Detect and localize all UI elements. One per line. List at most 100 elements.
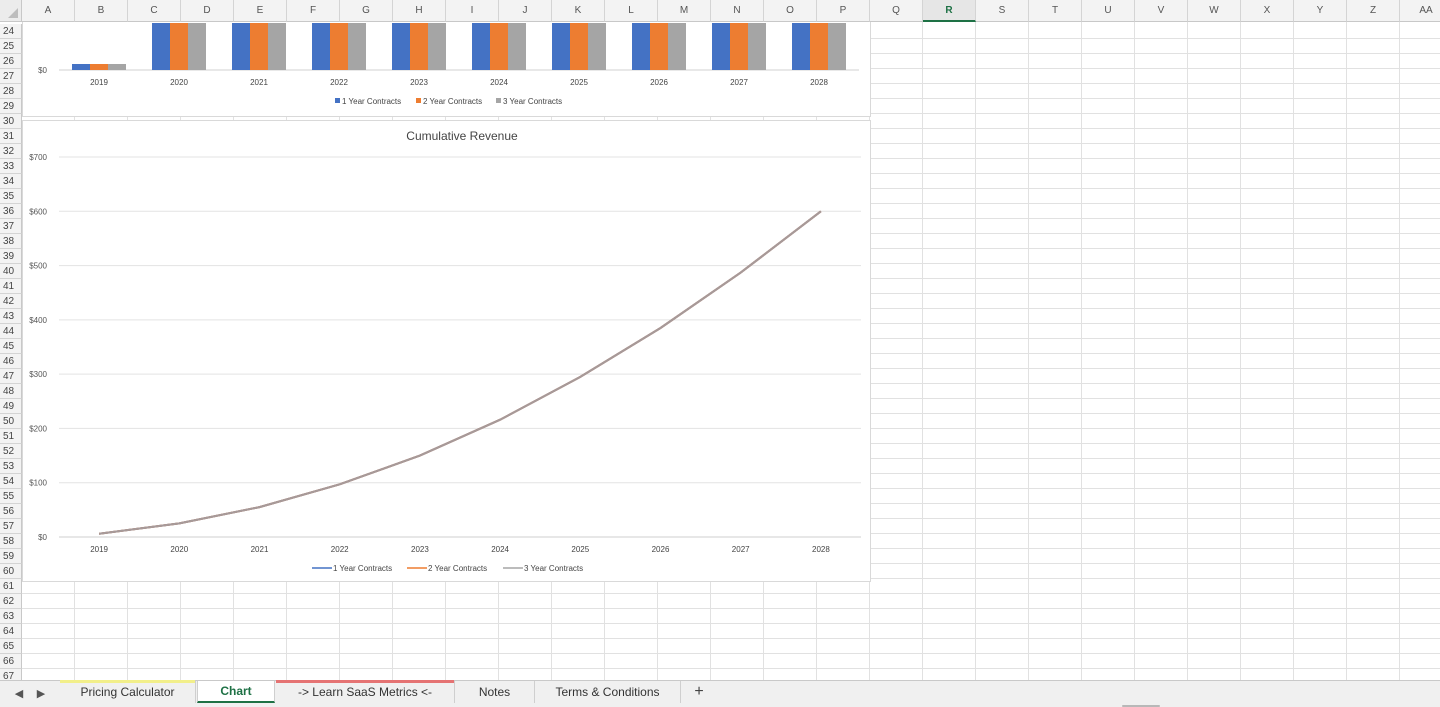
row-header-31[interactable]: 31 [0,129,22,144]
row-header-42[interactable]: 42 [0,294,22,309]
bar-2027-series-1 [712,23,730,70]
row-header-28[interactable]: 28 [0,84,22,99]
row-header-25[interactable]: 25 [0,39,22,54]
line-legend-label: 2 Year Contracts [428,564,487,573]
row-header-61[interactable]: 61 [0,579,22,594]
row-header-30[interactable]: 30 [0,114,22,129]
sheet-tab-5[interactable]: Terms & Conditions [535,681,681,703]
row-header-37[interactable]: 37 [0,219,22,234]
column-header-aa[interactable]: AA [1400,0,1440,22]
column-header-n[interactable]: N [711,0,764,22]
row-header-63[interactable]: 63 [0,609,22,624]
row-header-34[interactable]: 34 [0,174,22,189]
row-header-60[interactable]: 60 [0,564,22,579]
column-header-q[interactable]: Q [870,0,923,22]
row-header-59[interactable]: 59 [0,549,22,564]
column-header-e[interactable]: E [234,0,287,22]
row-header-44[interactable]: 44 [0,324,22,339]
column-header-f[interactable]: F [287,0,340,22]
line-y-tick-label: $700 [29,153,47,162]
column-header-u[interactable]: U [1082,0,1135,22]
column-header-w[interactable]: W [1188,0,1241,22]
row-header-40[interactable]: 40 [0,264,22,279]
row-header-65[interactable]: 65 [0,639,22,654]
sheet-grid[interactable]: A B C D E F G H I J K L M N O P Q R S T U V W X Y Z AA 24 25 26 27 28 2… [0,0,1440,684]
column-header-x[interactable]: X [1241,0,1294,22]
column-header-j[interactable]: J [499,0,552,22]
contracts-bar-chart[interactable]: $0 2019 2020 2021 2022 2023 2024 2025 2026 2027 20… [22,22,871,117]
column-header-c[interactable]: C [128,0,181,22]
bar-2028-series-3 [828,23,846,70]
row-header-47[interactable]: 47 [0,369,22,384]
bar-2021-series-1 [232,23,250,70]
row-header-49[interactable]: 49 [0,399,22,414]
sheet-tab-3[interactable]: -> Learn SaaS Metrics <- [276,680,455,703]
row-header-29[interactable]: 29 [0,99,22,114]
row-header-35[interactable]: 35 [0,189,22,204]
column-header-y[interactable]: Y [1294,0,1347,22]
row-header-46[interactable]: 46 [0,354,22,369]
column-header-o[interactable]: O [764,0,817,22]
column-header-m[interactable]: M [658,0,711,22]
row-header-26[interactable]: 26 [0,54,22,69]
sheet-tab-label: -> Learn SaaS Metrics <- [297,685,433,699]
column-header-g[interactable]: G [340,0,393,22]
column-header-t[interactable]: T [1029,0,1082,22]
row-header-64[interactable]: 64 [0,624,22,639]
column-header-z[interactable]: Z [1347,0,1400,22]
prev-sheet-arrow-icon[interactable]: ◀ [12,687,26,700]
row-header-32[interactable]: 32 [0,144,22,159]
row-header-48[interactable]: 48 [0,384,22,399]
column-header-a[interactable]: A [22,0,75,22]
row-header-39[interactable]: 39 [0,249,22,264]
column-header-b[interactable]: B [75,0,128,22]
column-header-k[interactable]: K [552,0,605,22]
line-x-tick-label: 2021 [251,545,269,554]
add-sheet-button[interactable]: + [686,681,712,703]
bar-x-tick-label: 2020 [170,78,188,87]
column-header-i[interactable]: I [446,0,499,22]
line-y-tick-label: $400 [29,316,47,325]
row-header-62[interactable]: 62 [0,594,22,609]
row-header-33[interactable]: 33 [0,159,22,174]
bar-2020-series-1 [152,23,170,70]
column-header-p[interactable]: P [817,0,870,22]
row-header-54[interactable]: 54 [0,474,22,489]
row-header-24[interactable]: 24 [0,24,22,39]
sheet-tab-4[interactable]: Notes [455,681,535,703]
line-legend-label: 3 Year Contracts [524,564,583,573]
row-header-50[interactable]: 50 [0,414,22,429]
sheet-tab-2[interactable]: Chart [197,681,275,703]
row-header-38[interactable]: 38 [0,234,22,249]
row-header-53[interactable]: 53 [0,459,22,474]
column-header-d[interactable]: D [181,0,234,22]
row-header-43[interactable]: 43 [0,309,22,324]
sheet-tab-1[interactable]: Pricing Calculator [60,680,196,703]
bar-x-tick-label: 2027 [730,78,748,87]
column-header-r[interactable]: R [923,0,976,22]
row-header-55[interactable]: 55 [0,489,22,504]
row-header-56[interactable]: 56 [0,504,22,519]
row-header-27[interactable]: 27 [0,69,22,84]
row-header-57[interactable]: 57 [0,519,22,534]
row-gridline [22,593,1440,594]
row-header-66[interactable]: 66 [0,654,22,669]
next-sheet-arrow-icon[interactable]: ▶ [34,687,48,700]
row-header-41[interactable]: 41 [0,279,22,294]
cumulative-revenue-chart[interactable]: Cumulative Revenue $0 $100 $200 $300 $400 $500… [22,120,871,582]
row-header-51[interactable]: 51 [0,429,22,444]
row-header-52[interactable]: 52 [0,444,22,459]
column-header-v[interactable]: V [1135,0,1188,22]
select-all-corner[interactable] [0,0,22,22]
column-header-l[interactable]: L [605,0,658,22]
bar-legend-swatch [416,98,421,103]
column-gridline [1240,22,1241,680]
row-header-45[interactable]: 45 [0,339,22,354]
column-header-s[interactable]: S [976,0,1029,22]
column-gridline [922,22,923,680]
row-header-36[interactable]: 36 [0,204,22,219]
sheet-tab-label: Pricing Calculator [80,685,175,699]
column-header-h[interactable]: H [393,0,446,22]
line-x-tick-label: 2023 [411,545,429,554]
row-header-58[interactable]: 58 [0,534,22,549]
